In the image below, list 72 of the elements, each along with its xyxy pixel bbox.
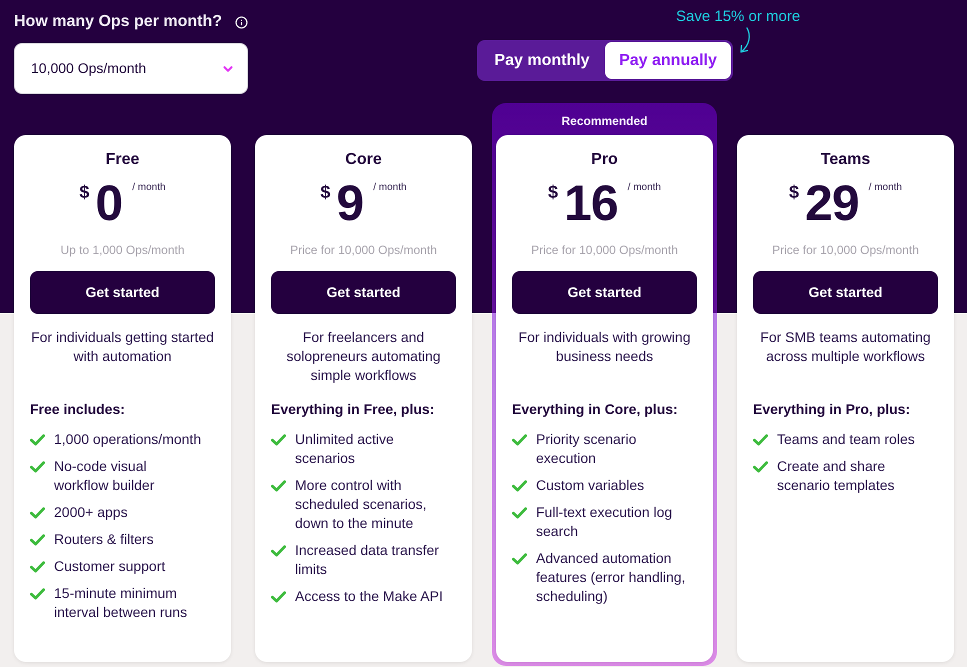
price-period: / month [373, 182, 407, 194]
check-icon [271, 480, 286, 492]
check-icon [30, 434, 45, 446]
price-period: / month [628, 182, 661, 194]
plan-title: Teams [820, 150, 872, 170]
recommended-label: Recommended [561, 113, 648, 129]
price-amount: 16 [564, 178, 618, 228]
feature-text: Priority scenario execution [536, 430, 638, 468]
check-icon [30, 507, 45, 519]
price-amount: 0 [95, 178, 122, 228]
get-started-button[interactable]: Get started [512, 271, 697, 314]
feature-text: Advanced automation features (error handling, scheduling) [536, 549, 686, 606]
currency-symbol: $ [320, 182, 330, 202]
features-heading: Everything in Core, plus: [512, 400, 679, 418]
billing-period-tab[interactable]: Pay annually [605, 42, 731, 79]
feature-text: More control with scheduled scenarios, down to the minute [295, 476, 428, 533]
price-amount: 9 [336, 178, 364, 228]
feature-text: Customer support [54, 557, 166, 576]
feature-text: 15-minute minimum interval between runs [54, 584, 188, 622]
feature-text: 1,000 operations/month [54, 430, 202, 449]
currency-symbol: $ [548, 182, 558, 202]
check-icon [512, 507, 527, 519]
check-icon [30, 561, 45, 573]
features-heading: Free includes: [30, 400, 126, 418]
feature-text: Routers & filters [54, 530, 154, 549]
plan-title: Free [104, 150, 140, 170]
plan-title: Core [344, 150, 383, 170]
feature-text: Teams and team roles [777, 430, 915, 449]
check-icon [753, 434, 768, 446]
check-icon [512, 480, 527, 492]
plan-title: Pro [590, 150, 619, 170]
feature-text: Custom variables [536, 476, 644, 495]
ops-dropdown[interactable]: 10,000 Ops/month [14, 43, 248, 94]
check-icon [271, 545, 286, 557]
currency-symbol: $ [789, 182, 800, 202]
price-amount: 29 [805, 178, 859, 228]
plan-description: For individuals getting started with automation [30, 328, 215, 366]
plan-description: For freelancers and solopreneurs automating simple workflows [285, 328, 442, 385]
curved-arrow-icon [738, 27, 752, 55]
feature-text: Access to the Make API [295, 587, 443, 606]
features-heading: Everything in Pro, plus: [753, 400, 912, 418]
feature-text: No-code visual workflow builder [54, 457, 156, 495]
ops-note: Price for 10,000 Ops/month [289, 242, 438, 258]
get-started-button[interactable]: Get started [271, 271, 456, 314]
feature-text: Create and share scenario templates [777, 457, 896, 495]
ops-note: Up to 1,000 Ops/month [59, 242, 186, 258]
ops-note: Price for 10,000 Ops/month [771, 242, 920, 258]
billing-period-tab[interactable]: Pay monthly [479, 42, 605, 79]
check-icon [512, 553, 527, 565]
check-icon [512, 434, 527, 446]
feature-text: 2000+ apps [54, 503, 128, 522]
check-icon [30, 588, 45, 600]
plan-description: For SMB teams automating across multiple workflows [759, 328, 932, 366]
check-icon [30, 461, 45, 473]
plan-description: For individuals with growing business needs [518, 328, 692, 366]
currency-symbol: $ [79, 182, 90, 202]
check-icon [753, 461, 768, 473]
ops-note: Price for 10,000 Ops/month [530, 242, 679, 258]
check-icon [271, 591, 286, 603]
check-icon [271, 434, 286, 446]
question-label: How many Ops per month? [14, 13, 222, 31]
price-period: / month [868, 182, 902, 194]
get-started-button[interactable]: Get started [753, 271, 938, 314]
check-icon [30, 534, 45, 546]
features-heading: Everything in Free, plus: [271, 400, 436, 418]
feature-text: Unlimited active scenarios [295, 430, 395, 468]
feature-text: Full-text execution log search [536, 503, 674, 541]
price-period: / month [132, 182, 166, 194]
savings-note: Save 15% or more [676, 9, 800, 25]
feature-text: Increased data transfer limits [295, 541, 440, 579]
get-started-button[interactable]: Get started [30, 271, 215, 314]
info-icon[interactable] [235, 16, 248, 28]
